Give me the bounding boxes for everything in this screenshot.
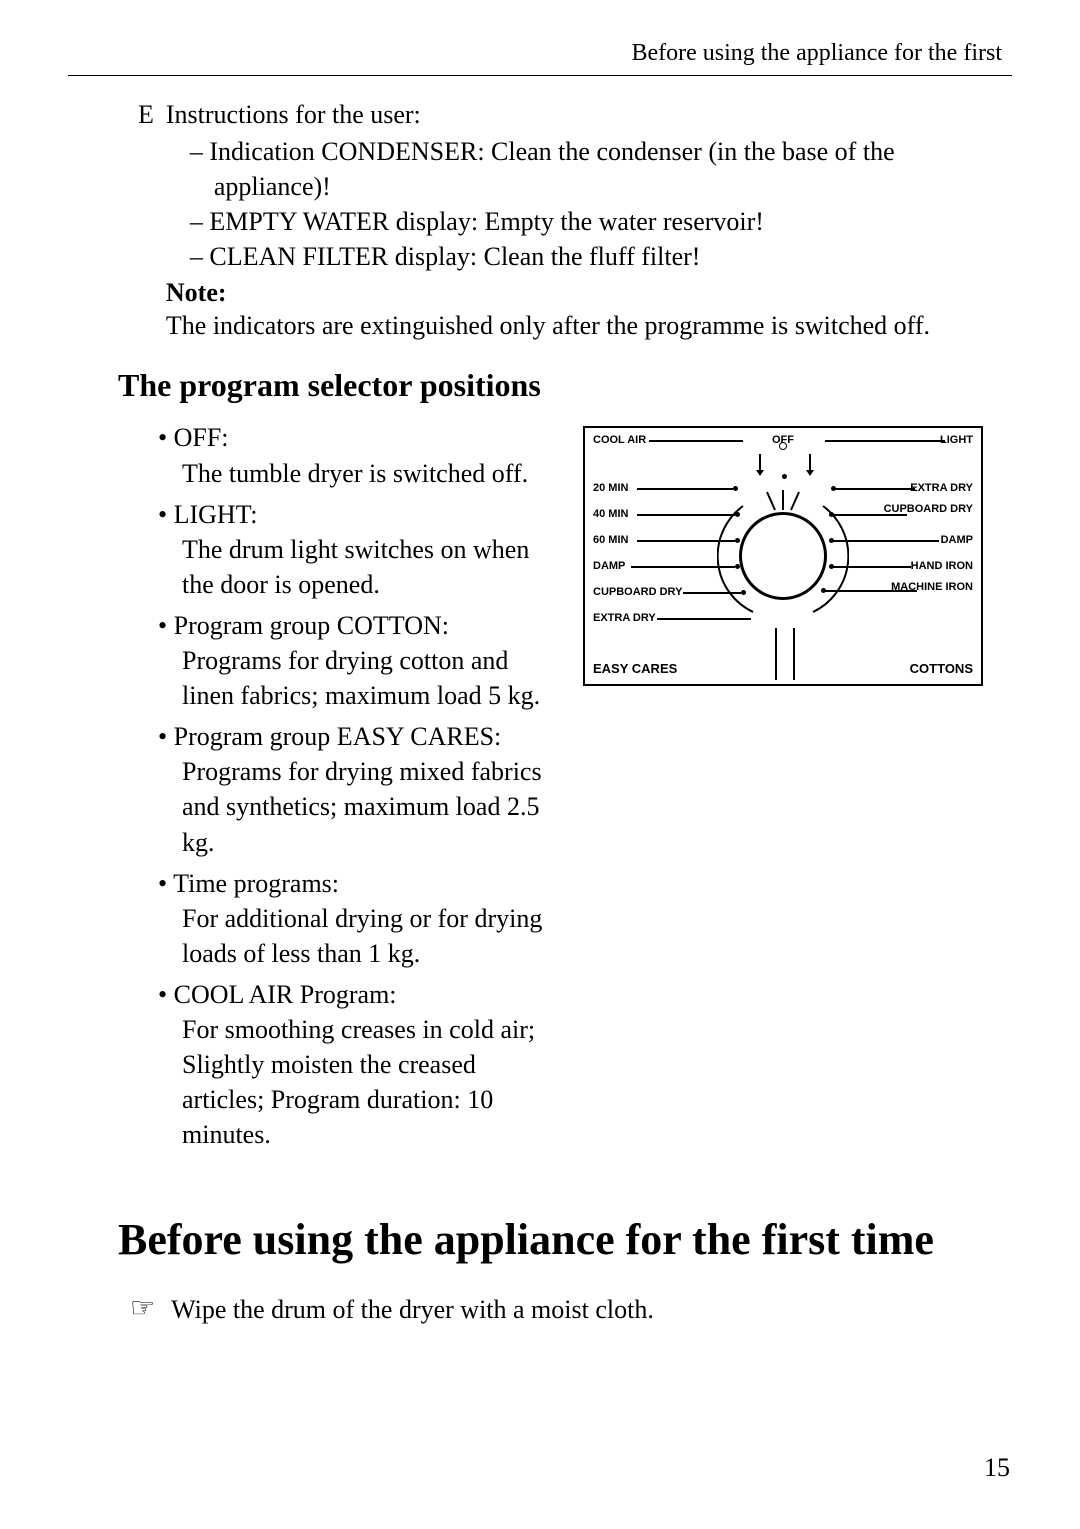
dial-label-cottons: COTTONS: [910, 661, 973, 676]
program-dial-diagram: COOL AIR OFF LIGHT 20 MIN 40 MIN 60 MIN …: [583, 426, 983, 686]
header-rule: [68, 75, 1012, 76]
divider-line: [793, 628, 795, 680]
divider-line: [775, 628, 777, 680]
note-label: Note:: [166, 278, 1012, 308]
dial-label: 60 MIN: [593, 534, 628, 546]
instruction-item: CLEAN FILTER display: Clean the fluff fi…: [190, 239, 1012, 274]
item-body: For additional drying or for drying load…: [182, 901, 563, 971]
first-use-heading: Before using the appliance for the first…: [118, 1214, 1012, 1265]
dial-label: EXTRA DRY: [910, 482, 973, 494]
arrow-down-icon: [809, 454, 811, 472]
program-selector-heading: The program selector positions: [118, 367, 1012, 404]
item-head: LIGHT:: [174, 500, 258, 529]
list-item: Time programs: For additional drying or f…: [158, 866, 563, 971]
dial-label: DAMP: [593, 560, 625, 572]
list-item: Program group COTTON: Programs for drying…: [158, 608, 563, 713]
dial-label: HAND IRON: [911, 560, 973, 572]
item-body: The tumble dryer is switched off.: [182, 456, 563, 491]
section-e: E Instructions for the user: Indication …: [138, 100, 1012, 343]
list-item: COOL AIR Program: For smoothing creases i…: [158, 977, 563, 1152]
first-use-step: ☞ Wipe the drum of the dryer with a mois…: [130, 1295, 1012, 1325]
dial-label-coolair: COOL AIR: [593, 434, 646, 446]
dial-label: 40 MIN: [593, 508, 628, 520]
dial-label: CUPBOARD DRY: [593, 586, 682, 598]
item-body: Programs for drying mixed fabrics and sy…: [182, 754, 563, 859]
dial-off-marker: [779, 442, 787, 450]
leader-line: [649, 440, 743, 442]
item-head: OFF:: [174, 423, 229, 452]
item-body: For smoothing creases in cold air; Sligh…: [182, 1012, 563, 1152]
item-head: Program group COTTON:: [174, 611, 449, 640]
item-head: Time programs:: [173, 869, 339, 898]
section-e-marker: E: [138, 100, 154, 343]
leader-line: [825, 440, 945, 442]
program-selector-list: OFF: The tumble dryer is switched off. LI…: [158, 420, 563, 1158]
instruction-list: Indication CONDENSER: Clean the condense…: [166, 134, 1012, 274]
pointing-hand-icon: ☞: [130, 1295, 155, 1323]
item-body: The drum light switches on when the door…: [182, 532, 563, 602]
dial-arc: [717, 490, 849, 622]
dial-label: EXTRA DRY: [593, 612, 656, 624]
dial-label-easycares: EASY CARES: [593, 661, 677, 676]
list-item: OFF: The tumble dryer is switched off.: [158, 420, 563, 490]
first-use-text: Wipe the drum of the dryer with a moist …: [171, 1295, 654, 1325]
item-head: Program group EASY CARES:: [174, 722, 502, 751]
item-body: Programs for drying cotton and linen fab…: [182, 643, 563, 713]
instruction-item: EMPTY WATER display: Empty the water res…: [190, 204, 1012, 239]
dial-label: 20 MIN: [593, 482, 628, 494]
dial-label: DAMP: [941, 534, 973, 546]
list-item: Program group EASY CARES: Programs for dr…: [158, 719, 563, 859]
dial-label: CUPBOARD DRY: [884, 504, 973, 514]
list-item: LIGHT: The drum light switches on when th…: [158, 497, 563, 602]
instruction-item: Indication CONDENSER: Clean the condense…: [190, 134, 1012, 204]
instructions-title: Instructions for the user:: [166, 100, 1012, 130]
dial-dot: [782, 474, 787, 479]
note-text: The indicators are extinguished only aft…: [166, 308, 1012, 343]
item-head: COOL AIR Program:: [174, 980, 397, 1009]
page-number: 15: [984, 1453, 1010, 1483]
arrow-down-icon: [759, 454, 761, 472]
running-header: Before using the appliance for the first: [68, 40, 1012, 67]
